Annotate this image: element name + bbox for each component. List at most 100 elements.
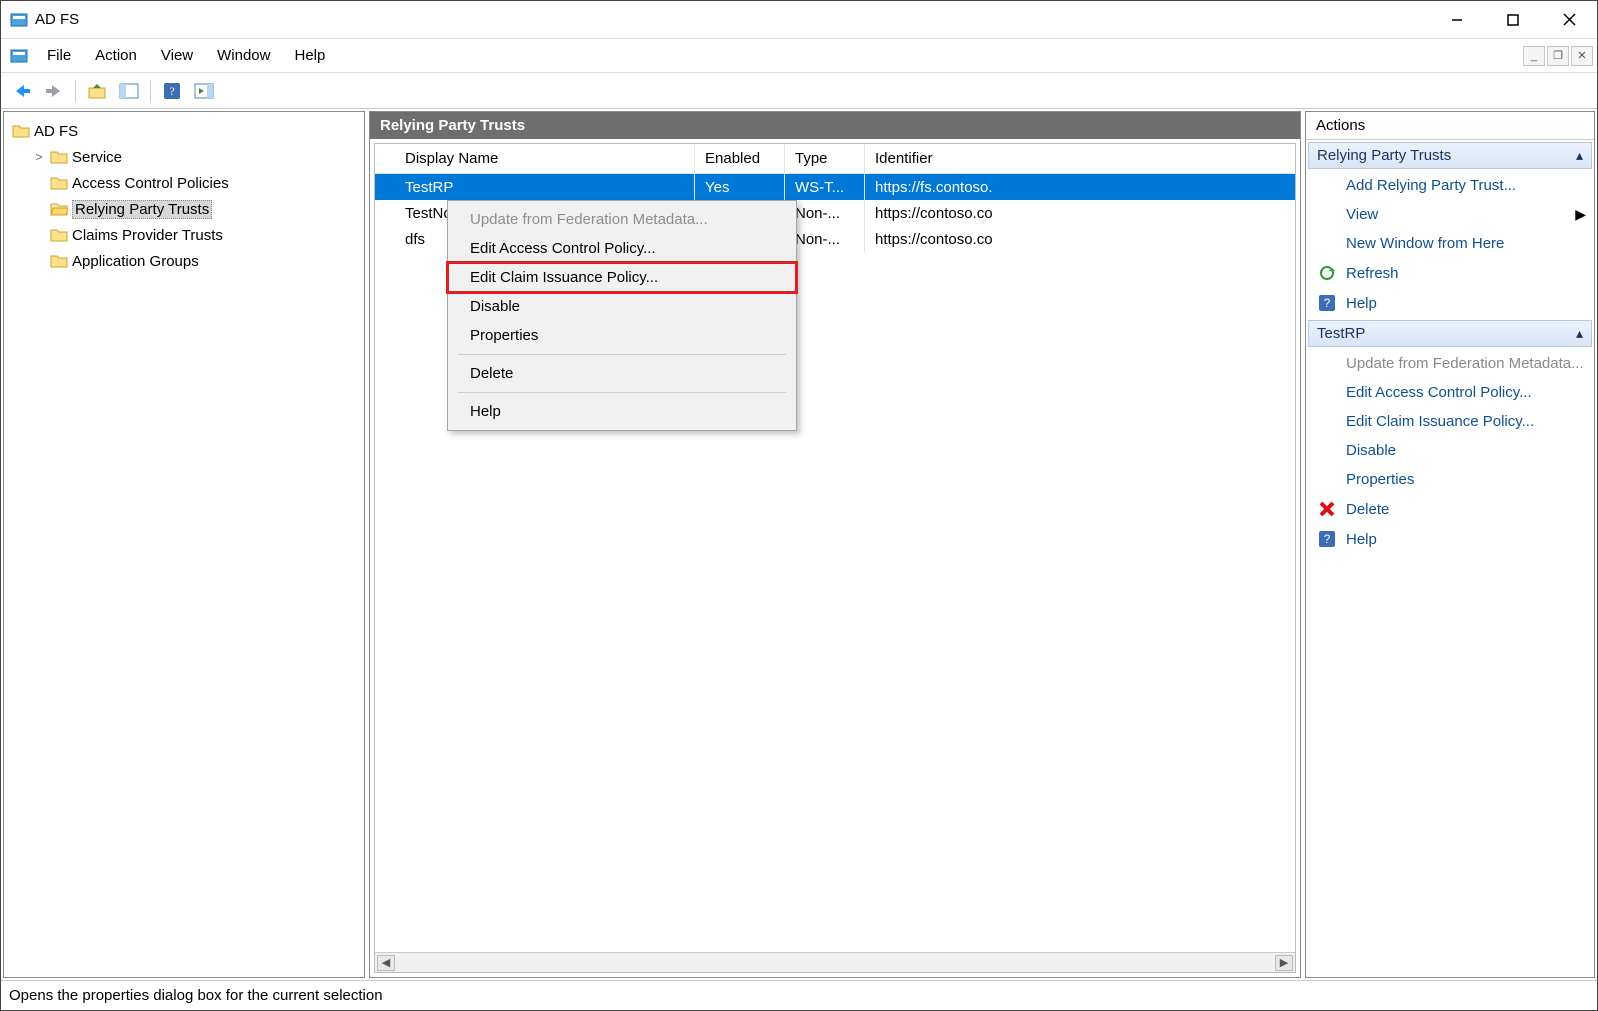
mdi-close-button[interactable]: ✕ (1571, 46, 1593, 66)
tree-node-service[interactable]: > Service (8, 144, 360, 170)
folder-icon (12, 123, 30, 139)
menu-help[interactable]: Help (282, 43, 337, 68)
tree-root-adfs[interactable]: AD FS (8, 118, 360, 144)
mdi-minimize-button[interactable]: _ (1523, 46, 1545, 66)
ctx-edit-access-control-policy[interactable]: Edit Access Control Policy... (448, 234, 796, 263)
tree-node-relying-party-trusts[interactable]: Relying Party Trusts (8, 196, 360, 222)
cell-identifier: https://fs.contoso. (865, 174, 1295, 200)
cell-enabled: Yes (695, 174, 785, 200)
action-edit-access-control-policy[interactable]: Edit Access Control Policy... (1306, 378, 1594, 407)
ctx-disable[interactable]: Disable (448, 292, 796, 321)
table-row[interactable]: TestRP Yes WS-T... https://fs.contoso. (375, 174, 1295, 200)
help-icon: ? (1318, 530, 1338, 548)
toolbar-separator (150, 80, 151, 102)
col-display-name[interactable]: Display Name (375, 144, 695, 173)
action-label: New Window from Here (1346, 235, 1504, 252)
cell-name: TestRP (375, 174, 695, 200)
action-delete[interactable]: Delete (1306, 494, 1594, 524)
actions-section-header-label: TestRP (1317, 325, 1365, 342)
mdi-restore-button[interactable]: ❐ (1547, 46, 1569, 66)
action-label: Help (1346, 531, 1377, 548)
action-view[interactable]: View ▶ (1306, 200, 1594, 229)
app-window: AD FS File Action View Window Help _ ❐ ✕ (0, 0, 1598, 1011)
tree-node-application-groups[interactable]: Application Groups (8, 248, 360, 274)
action-label: Disable (1346, 442, 1396, 459)
action-help-2[interactable]: ? Help (1306, 524, 1594, 554)
scroll-right-icon[interactable]: ▶ (1275, 955, 1293, 971)
tree-node-label: Application Groups (72, 253, 199, 270)
action-new-window-from-here[interactable]: New Window from Here (1306, 229, 1594, 258)
help-button[interactable]: ? (159, 78, 185, 104)
folder-open-icon (50, 201, 68, 217)
tree-node-label: Service (72, 149, 122, 166)
center-pane: Relying Party Trusts Display Name Enable… (369, 111, 1301, 978)
horizontal-scrollbar[interactable]: ◀ ▶ (375, 952, 1295, 972)
folder-icon (50, 253, 68, 269)
menu-action[interactable]: Action (83, 43, 149, 68)
cell-type: Non-... (785, 200, 865, 226)
action-label: Update from Federation Metadata... (1346, 355, 1584, 372)
nav-tree: AD FS > Service Access Control Policies … (8, 118, 360, 274)
menu-window[interactable]: Window (205, 43, 282, 68)
tree-node-claims-provider-trusts[interactable]: Claims Provider Trusts (8, 222, 360, 248)
up-folder-button[interactable] (84, 78, 110, 104)
action-label: Edit Access Control Policy... (1346, 384, 1532, 401)
maximize-button[interactable] (1485, 2, 1541, 38)
actions-section-header-rpt[interactable]: Relying Party Trusts ▴ (1308, 142, 1592, 169)
mdi-controls: _ ❐ ✕ (1523, 46, 1597, 66)
action-add-relying-party-trust[interactable]: Add Relying Party Trust... (1306, 171, 1594, 200)
minimize-button[interactable] (1429, 2, 1485, 38)
action-edit-claim-issuance-policy[interactable]: Edit Claim Issuance Policy... (1306, 407, 1594, 436)
actions-body: Relying Party Trusts ▴ Add Relying Party… (1306, 140, 1594, 977)
folder-icon (50, 175, 68, 191)
window-title: AD FS (35, 11, 79, 28)
show-hide-action-pane-button[interactable] (191, 78, 217, 104)
help-icon: ? (1318, 294, 1338, 312)
forward-button[interactable] (41, 78, 67, 104)
cell-identifier: https://contoso.co (865, 200, 1295, 226)
action-refresh[interactable]: Refresh (1306, 258, 1594, 288)
ctx-separator (458, 392, 786, 393)
ctx-properties[interactable]: Properties (448, 321, 796, 350)
actions-section-header-testrp[interactable]: TestRP ▴ (1308, 320, 1592, 347)
actions-title: Actions (1306, 112, 1594, 140)
titlebar: AD FS (1, 1, 1597, 39)
list-header: Display Name Enabled Type Identifier (375, 144, 1295, 174)
refresh-icon (1318, 264, 1338, 282)
tree-root-label: AD FS (34, 123, 78, 140)
status-bar: Opens the properties dialog box for the … (1, 980, 1597, 1010)
list-body: TestRP Yes WS-T... https://fs.contoso. T… (375, 174, 1295, 972)
action-label: Help (1346, 295, 1377, 312)
ctx-edit-claim-issuance-policy[interactable]: Edit Claim Issuance Policy... (448, 263, 796, 292)
svg-text:?: ? (169, 84, 174, 98)
tree-node-label: Relying Party Trusts (72, 200, 212, 219)
ctx-update-from-federation-metadata[interactable]: Update from Federation Metadata... (448, 205, 796, 234)
action-disable[interactable]: Disable (1306, 436, 1594, 465)
main-panes: AD FS > Service Access Control Policies … (1, 109, 1597, 980)
tree-node-access-control-policies[interactable]: Access Control Policies (8, 170, 360, 196)
action-help[interactable]: ? Help (1306, 288, 1594, 318)
tree-node-label: Claims Provider Trusts (72, 227, 223, 244)
mdi-app-icon (9, 46, 29, 66)
expander-icon[interactable]: > (32, 150, 46, 164)
back-button[interactable] (9, 78, 35, 104)
col-enabled[interactable]: Enabled (695, 144, 785, 173)
menu-view[interactable]: View (149, 43, 205, 68)
menu-file[interactable]: File (35, 43, 83, 68)
tree-node-label: Access Control Policies (72, 175, 229, 192)
show-hide-tree-button[interactable] (116, 78, 142, 104)
ctx-delete[interactable]: Delete (448, 359, 796, 388)
action-update-from-federation-metadata[interactable]: Update from Federation Metadata... (1306, 349, 1594, 378)
col-type[interactable]: Type (785, 144, 865, 173)
cell-type: Non-... (785, 226, 865, 252)
window-controls (1429, 2, 1597, 38)
scroll-left-icon[interactable]: ◀ (377, 955, 395, 971)
ctx-help[interactable]: Help (448, 397, 796, 426)
action-properties[interactable]: Properties (1306, 465, 1594, 494)
action-label: Delete (1346, 501, 1389, 518)
collapse-icon: ▴ (1576, 325, 1583, 342)
cell-identifier: https://contoso.co (865, 226, 1295, 252)
close-button[interactable] (1541, 2, 1597, 38)
col-identifier[interactable]: Identifier (865, 144, 1295, 173)
ctx-separator (458, 354, 786, 355)
